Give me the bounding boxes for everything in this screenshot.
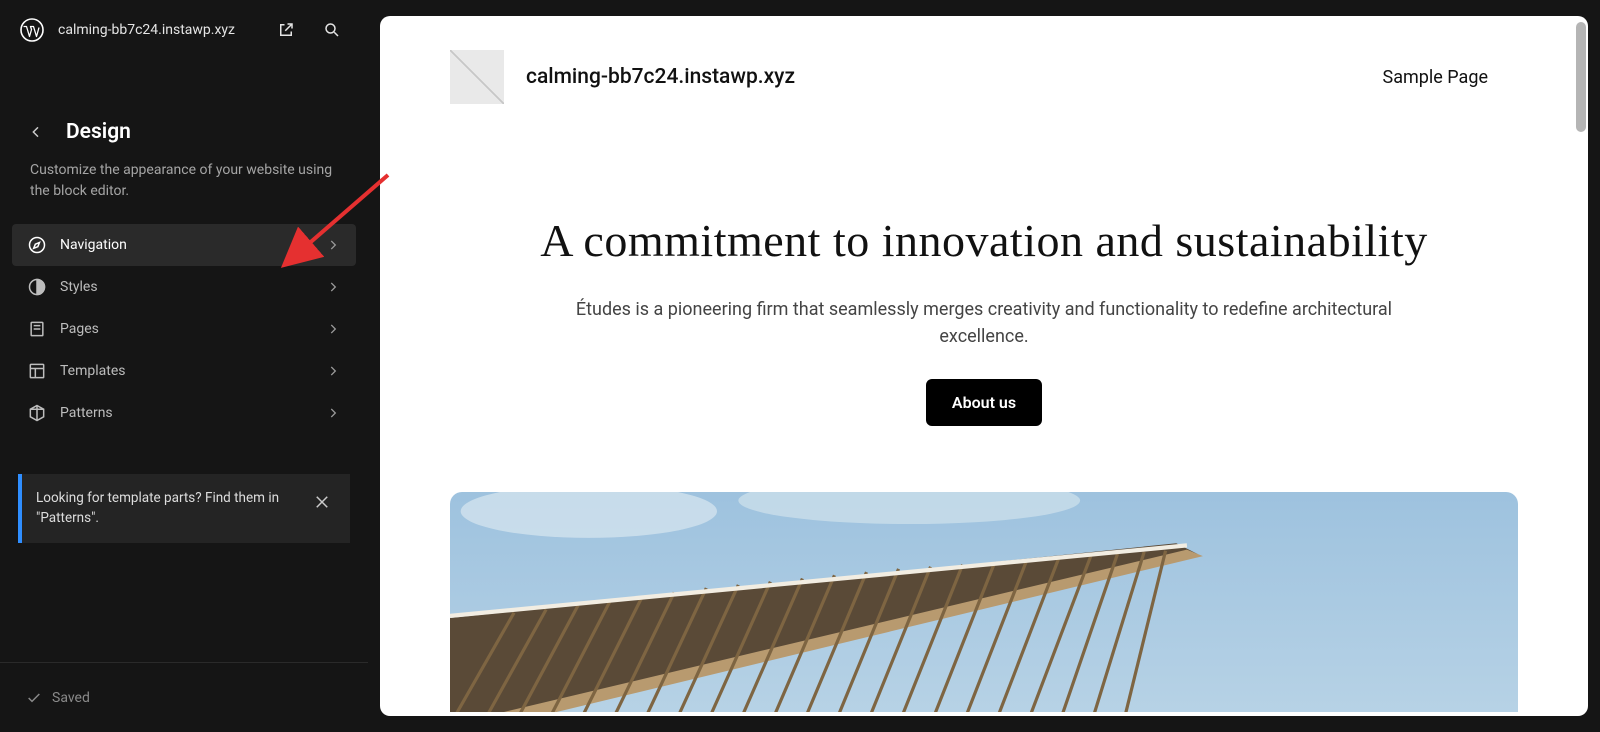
chevron-right-icon	[324, 320, 342, 338]
page-icon	[26, 318, 48, 340]
menu-item-navigation[interactable]: Navigation	[12, 224, 356, 266]
contrast-icon	[26, 276, 48, 298]
status-bar: Saved	[0, 662, 368, 732]
chevron-right-icon	[324, 278, 342, 296]
menu-item-patterns[interactable]: Patterns	[12, 392, 356, 434]
sidebar: calming-bb7c24.instawp.xyz Design Custom…	[0, 0, 368, 732]
site-title[interactable]: calming-bb7c24.instawp.xyz	[526, 65, 1361, 89]
site-url-label[interactable]: calming-bb7c24.instawp.xyz	[58, 22, 256, 38]
hero-body: Études is a pioneering firm that seamles…	[540, 296, 1428, 352]
template-parts-notice: Looking for template parts? Find them in…	[18, 474, 350, 543]
nav-link-sample-page[interactable]: Sample Page	[1383, 67, 1488, 88]
menu-item-label: Navigation	[60, 237, 312, 253]
hero-section: A commitment to innovation and sustainab…	[380, 212, 1588, 426]
chevron-right-icon	[324, 362, 342, 380]
wordpress-logo-icon[interactable]	[20, 18, 44, 42]
menu-item-label: Pages	[60, 321, 312, 337]
preview-area: calming-bb7c24.instawp.xyz Sample Page A…	[368, 0, 1600, 732]
section-description: Customize the appearance of your website…	[0, 156, 368, 224]
admin-topbar: calming-bb7c24.instawp.xyz	[0, 0, 368, 60]
site-logo-placeholder[interactable]	[450, 50, 504, 104]
section-header: Design	[0, 60, 368, 156]
menu-item-pages[interactable]: Pages	[12, 308, 356, 350]
patterns-icon	[26, 402, 48, 424]
chevron-right-icon	[324, 404, 342, 422]
menu-item-label: Patterns	[60, 405, 312, 421]
hero-image	[450, 492, 1518, 712]
menu-item-label: Templates	[60, 363, 312, 379]
scrollbar[interactable]	[1576, 22, 1586, 132]
compass-icon	[26, 234, 48, 256]
chevron-right-icon	[324, 236, 342, 254]
back-button[interactable]	[24, 120, 48, 144]
site-header: calming-bb7c24.instawp.xyz Sample Page	[380, 16, 1588, 104]
menu-item-styles[interactable]: Styles	[12, 266, 356, 308]
search-icon[interactable]	[316, 14, 348, 46]
menu-item-templates[interactable]: Templates	[12, 350, 356, 392]
about-us-button[interactable]: About us	[926, 379, 1042, 426]
design-menu: Navigation Styles Pages	[0, 224, 368, 434]
status-label: Saved	[52, 690, 90, 706]
section-title: Design	[66, 120, 131, 144]
check-icon	[26, 690, 42, 706]
open-site-icon[interactable]	[270, 14, 302, 46]
menu-item-label: Styles	[60, 279, 312, 295]
layout-icon	[26, 360, 48, 382]
notice-text: Looking for template parts? Find them in…	[36, 488, 296, 529]
site-preview[interactable]: calming-bb7c24.instawp.xyz Sample Page A…	[380, 16, 1588, 716]
close-icon[interactable]	[308, 488, 336, 516]
hero-title: A commitment to innovation and sustainab…	[540, 212, 1428, 270]
